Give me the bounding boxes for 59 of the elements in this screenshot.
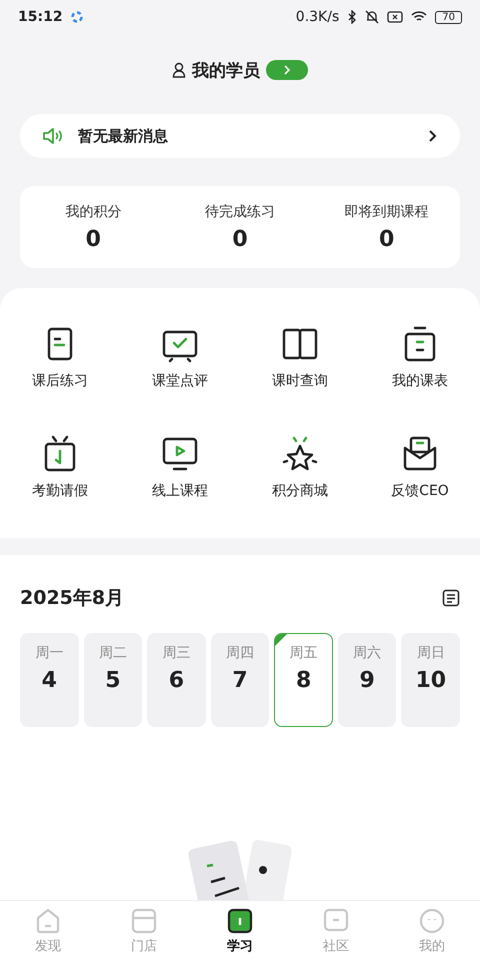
- sim-off-icon: [387, 11, 404, 23]
- weekday-label: 周六: [353, 644, 382, 662]
- speaker-icon: [42, 128, 64, 144]
- feature-link[interactable]: 考勤请假: [32, 482, 88, 500]
- feature-link[interactable]: 线上课程: [152, 482, 208, 500]
- feature-link[interactable]: 反馈CEO: [391, 482, 449, 500]
- smiley-icon: [418, 906, 446, 934]
- battery-level: 70: [435, 10, 462, 24]
- weekday-label: 周五: [290, 644, 318, 662]
- stat-value: 0: [379, 226, 394, 252]
- date-number: 7: [232, 668, 248, 693]
- date-number: 8: [296, 668, 312, 693]
- book-icon: [226, 906, 254, 934]
- bluetooth-icon: [347, 10, 358, 24]
- day-cell[interactable]: 周三 6: [147, 633, 206, 727]
- feature-link[interactable]: 积分商城: [272, 482, 328, 500]
- stat-label: 即将到期课程: [344, 202, 429, 220]
- weekday-label: 周日: [416, 644, 445, 662]
- weekday-label: 周四: [226, 644, 254, 662]
- calendar-icon[interactable]: [442, 589, 460, 607]
- notice-bar[interactable]: 暂无最新消息: [20, 114, 460, 158]
- chevron-right-icon: [283, 65, 291, 75]
- weekday-label: 周三: [162, 644, 190, 662]
- feature-link[interactable]: 课堂点评: [152, 372, 208, 390]
- day-cell[interactable]: 周二 5: [84, 633, 142, 727]
- nav-tab[interactable]: 学习: [192, 901, 288, 960]
- date-number: 10: [415, 668, 446, 693]
- date-number: 9: [360, 668, 375, 693]
- wifi-icon: [411, 11, 428, 23]
- feature-link[interactable]: 课时查询: [272, 372, 328, 390]
- stat-label: 我的积分: [65, 202, 122, 220]
- day-cell[interactable]: 周五 8: [274, 633, 333, 727]
- page-title: 我的学员: [192, 60, 260, 82]
- app-logo-icon: [70, 11, 83, 23]
- status-time: 15:12: [18, 9, 63, 25]
- bell-muted-icon: [365, 10, 380, 24]
- home-icon: [34, 906, 62, 934]
- stat-label: 待完成练习: [204, 202, 275, 220]
- feature-link[interactable]: 课后练习: [32, 372, 88, 390]
- day-cell[interactable]: 周日 10: [401, 633, 460, 727]
- notice-text: 暂无最新消息: [78, 126, 169, 146]
- feature-link[interactable]: 我的课表: [392, 372, 448, 390]
- date-number: 4: [42, 668, 57, 693]
- network-speed: 0.3K/s: [296, 9, 340, 25]
- weekday-label: 周二: [98, 644, 127, 662]
- day-cell[interactable]: 周四 7: [210, 633, 270, 727]
- weekday-label: 周一: [35, 644, 64, 662]
- month-title: 2025年8月: [20, 586, 124, 611]
- student-switch-button[interactable]: [266, 60, 308, 80]
- stat-value: 0: [86, 226, 101, 252]
- day-cell[interactable]: 周六 9: [338, 633, 396, 727]
- stat-value: 0: [232, 226, 248, 252]
- date-number: 5: [105, 668, 121, 693]
- day-cell[interactable]: 周一 4: [20, 633, 79, 727]
- person-icon: [172, 62, 186, 78]
- corner-mark: [275, 634, 288, 646]
- chevron-right-icon: [428, 129, 438, 143]
- box-icon: [130, 906, 158, 934]
- date-number: 6: [168, 668, 184, 693]
